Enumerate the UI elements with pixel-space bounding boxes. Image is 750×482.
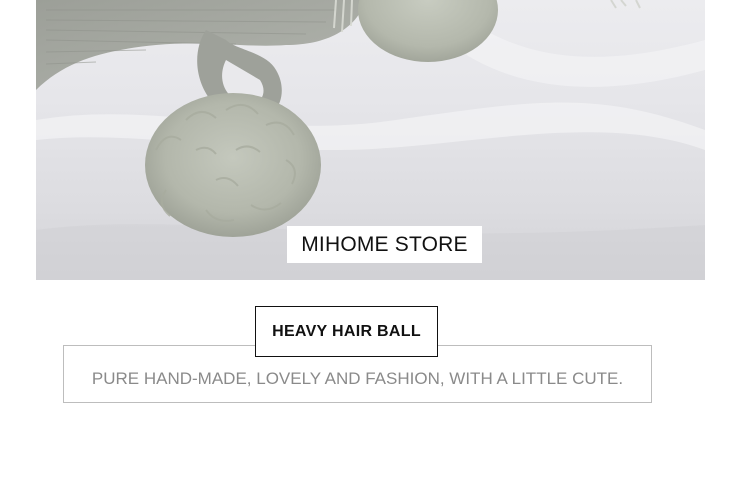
store-watermark-label: MIHOME STORE <box>287 226 482 263</box>
product-description: PURE HAND-MADE, LOVELY AND FASHION, WITH… <box>91 369 624 388</box>
feature-title: HEAVY HAIR BALL <box>272 323 421 340</box>
feature-title-box: HEAVY HAIR BALL <box>255 306 438 357</box>
product-detail-section: MIHOME STORE PURE HAND-MADE, LOVELY AND … <box>0 0 750 482</box>
product-photo: MIHOME STORE <box>36 0 705 280</box>
